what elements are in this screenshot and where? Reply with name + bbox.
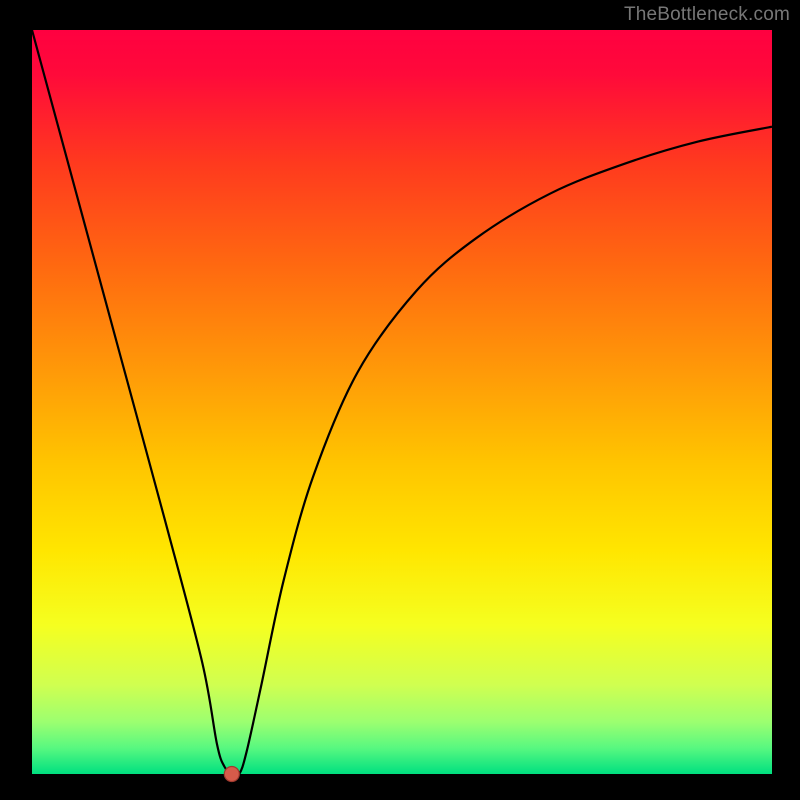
minimum-marker	[224, 767, 239, 782]
bottleneck-chart: TheBottleneck.com	[0, 0, 800, 800]
plot-background	[32, 30, 772, 774]
watermark-label: TheBottleneck.com	[624, 4, 790, 26]
chart-svg	[0, 0, 800, 800]
